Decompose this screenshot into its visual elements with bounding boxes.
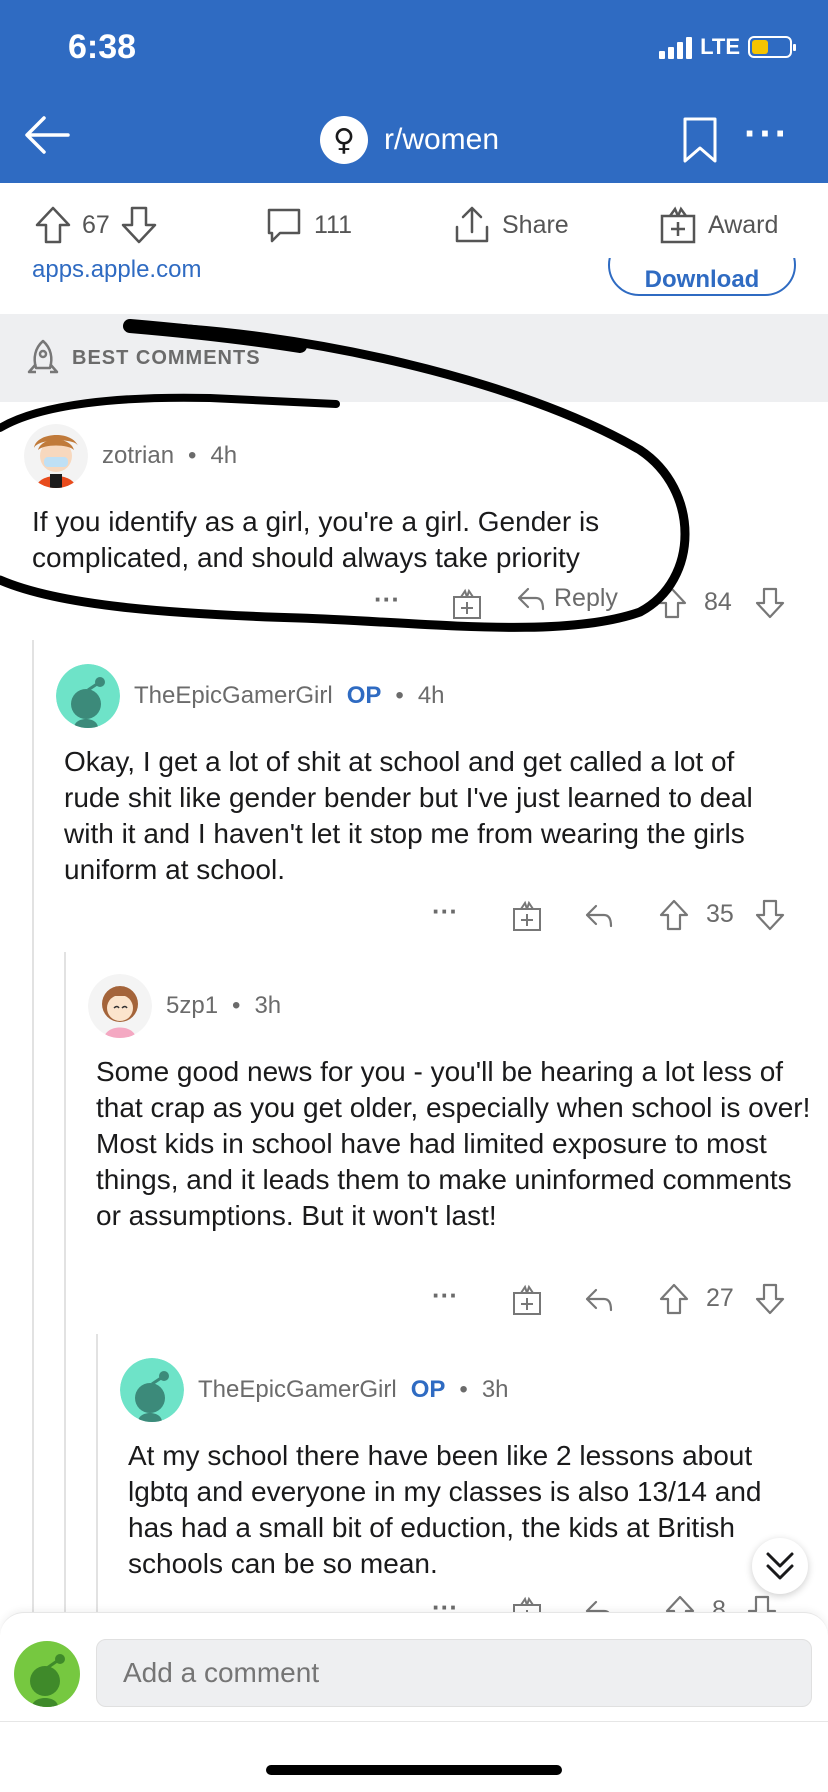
comment-time: 3h <box>481 1376 509 1403</box>
comment-body: Some good news for you - you'll be heari… <box>96 1056 811 1231</box>
award-button[interactable]: Award <box>658 205 778 245</box>
more-icon[interactable]: ··· <box>432 1280 458 1311</box>
network-label: LTE <box>700 34 740 59</box>
comment-time: 4h <box>210 442 238 469</box>
sort-button[interactable]: BEST COMMENTS <box>24 338 261 378</box>
rocket-icon <box>27 339 59 374</box>
more-icon[interactable]: ··· <box>432 896 458 927</box>
avatar[interactable] <box>120 1358 184 1422</box>
comment: zotrian • 4h If you identify as a girl, … <box>24 424 804 576</box>
comment-actions: ··· Reply 84 <box>0 584 828 624</box>
promo-link[interactable]: apps.apple.com <box>32 258 201 284</box>
vote-count: 35 <box>706 900 734 928</box>
upvote-icon[interactable] <box>34 205 72 245</box>
comment-composer <box>0 1612 828 1792</box>
reply-icon[interactable] <box>584 902 614 930</box>
promo-banner: apps.apple.com Download <box>0 258 828 310</box>
avatar[interactable] <box>24 424 88 488</box>
comment: TheEpicGamerGirl OP • 3h At my school th… <box>120 1358 810 1582</box>
comment-input[interactable] <box>96 1639 812 1707</box>
comment-actions: ··· 8 <box>0 1592 828 1612</box>
upvote-icon[interactable] <box>664 1594 696 1612</box>
reply-icon[interactable] <box>584 1598 614 1612</box>
comment: TheEpicGamerGirl OP • 4h Okay, I get a l… <box>56 664 816 888</box>
avatar[interactable] <box>56 664 120 728</box>
more-icon[interactable]: ··· <box>744 114 790 154</box>
back-arrow-icon[interactable] <box>22 110 72 160</box>
vote-count: 8 <box>712 1596 726 1612</box>
op-badge: OP <box>346 682 382 709</box>
award-label: Award <box>708 210 779 239</box>
comment-author[interactable]: zotrian <box>102 442 174 470</box>
bookmark-icon[interactable] <box>680 116 720 164</box>
reply-button[interactable]: Reply <box>516 584 618 613</box>
reply-icon <box>517 587 545 610</box>
comment-actions: ··· 27 <box>0 1280 828 1320</box>
female-symbol-icon: ♀ <box>320 116 368 164</box>
share-button[interactable]: Share <box>452 205 569 245</box>
downvote-icon[interactable] <box>746 1594 778 1612</box>
downvote-icon[interactable] <box>754 1282 786 1316</box>
post-upvote-count: 67 <box>82 210 110 239</box>
vote-count: 27 <box>706 1284 734 1312</box>
status-time: 6:38 <box>68 28 137 66</box>
status-indicators: LTE <box>659 34 796 60</box>
upvote-icon[interactable] <box>658 898 690 932</box>
sort-label: BEST COMMENTS <box>72 346 261 369</box>
battery-icon <box>748 36 796 58</box>
comment-author[interactable]: 5zp1 <box>166 992 218 1020</box>
home-indicator <box>266 1765 562 1775</box>
comment-body: Okay, I get a lot of shit at school and … <box>64 746 753 885</box>
avatar[interactable] <box>14 1641 80 1707</box>
download-button[interactable]: Download <box>608 258 796 296</box>
share-icon <box>455 206 489 243</box>
gift-icon[interactable] <box>512 1596 542 1612</box>
thread-line[interactable] <box>96 1334 98 1612</box>
post-vote-group: 67 <box>34 205 158 245</box>
comment-icon <box>267 208 301 243</box>
comment-author[interactable]: TheEpicGamerGirl <box>198 1376 397 1404</box>
reply-icon[interactable] <box>584 1286 614 1314</box>
comment-author[interactable]: TheEpicGamerGirl <box>134 682 333 710</box>
thread-line[interactable] <box>32 640 34 1612</box>
downvote-icon[interactable] <box>754 586 786 620</box>
gift-icon[interactable] <box>512 1284 542 1316</box>
subreddit-name: r/women <box>384 123 500 156</box>
comment-time: 4h <box>417 682 445 709</box>
app-screen: 6:38 LTE ♀ r/women ··· 67 111 Share Awar… <box>0 0 828 1792</box>
gift-icon[interactable] <box>512 900 542 932</box>
reply-label: Reply <box>554 584 618 612</box>
comment: 5zp1 • 3h Some good news for you - you'l… <box>88 974 810 1234</box>
upvote-icon[interactable] <box>656 586 688 620</box>
avatar[interactable] <box>88 974 152 1038</box>
more-icon[interactable]: ··· <box>432 1592 458 1612</box>
downvote-icon[interactable] <box>120 205 158 245</box>
sort-bar: BEST COMMENTS <box>0 314 828 402</box>
op-badge: OP <box>410 1376 446 1403</box>
upvote-icon[interactable] <box>658 1282 690 1316</box>
comments-button[interactable]: 111 <box>264 205 352 245</box>
comment-actions: ··· 35 <box>0 896 828 936</box>
gift-icon <box>660 206 696 244</box>
vote-count: 84 <box>704 588 732 616</box>
post-action-bar: 67 111 Share Award <box>0 183 828 263</box>
comment-body: If you identify as a girl, you're a girl… <box>32 506 600 573</box>
comment-body: At my school there have been like 2 less… <box>128 1440 762 1579</box>
comment-count: 111 <box>314 210 353 239</box>
downvote-icon[interactable] <box>754 898 786 932</box>
comment-time: 3h <box>254 992 282 1019</box>
share-label: Share <box>502 210 569 239</box>
signal-icon <box>659 35 693 59</box>
double-chevron-down-icon[interactable] <box>752 1538 808 1594</box>
more-icon[interactable]: ··· <box>374 584 400 615</box>
subreddit-title[interactable]: ♀ r/women <box>320 116 499 164</box>
top-header: 6:38 LTE ♀ r/women ··· <box>0 0 828 183</box>
gift-icon[interactable] <box>452 588 482 620</box>
